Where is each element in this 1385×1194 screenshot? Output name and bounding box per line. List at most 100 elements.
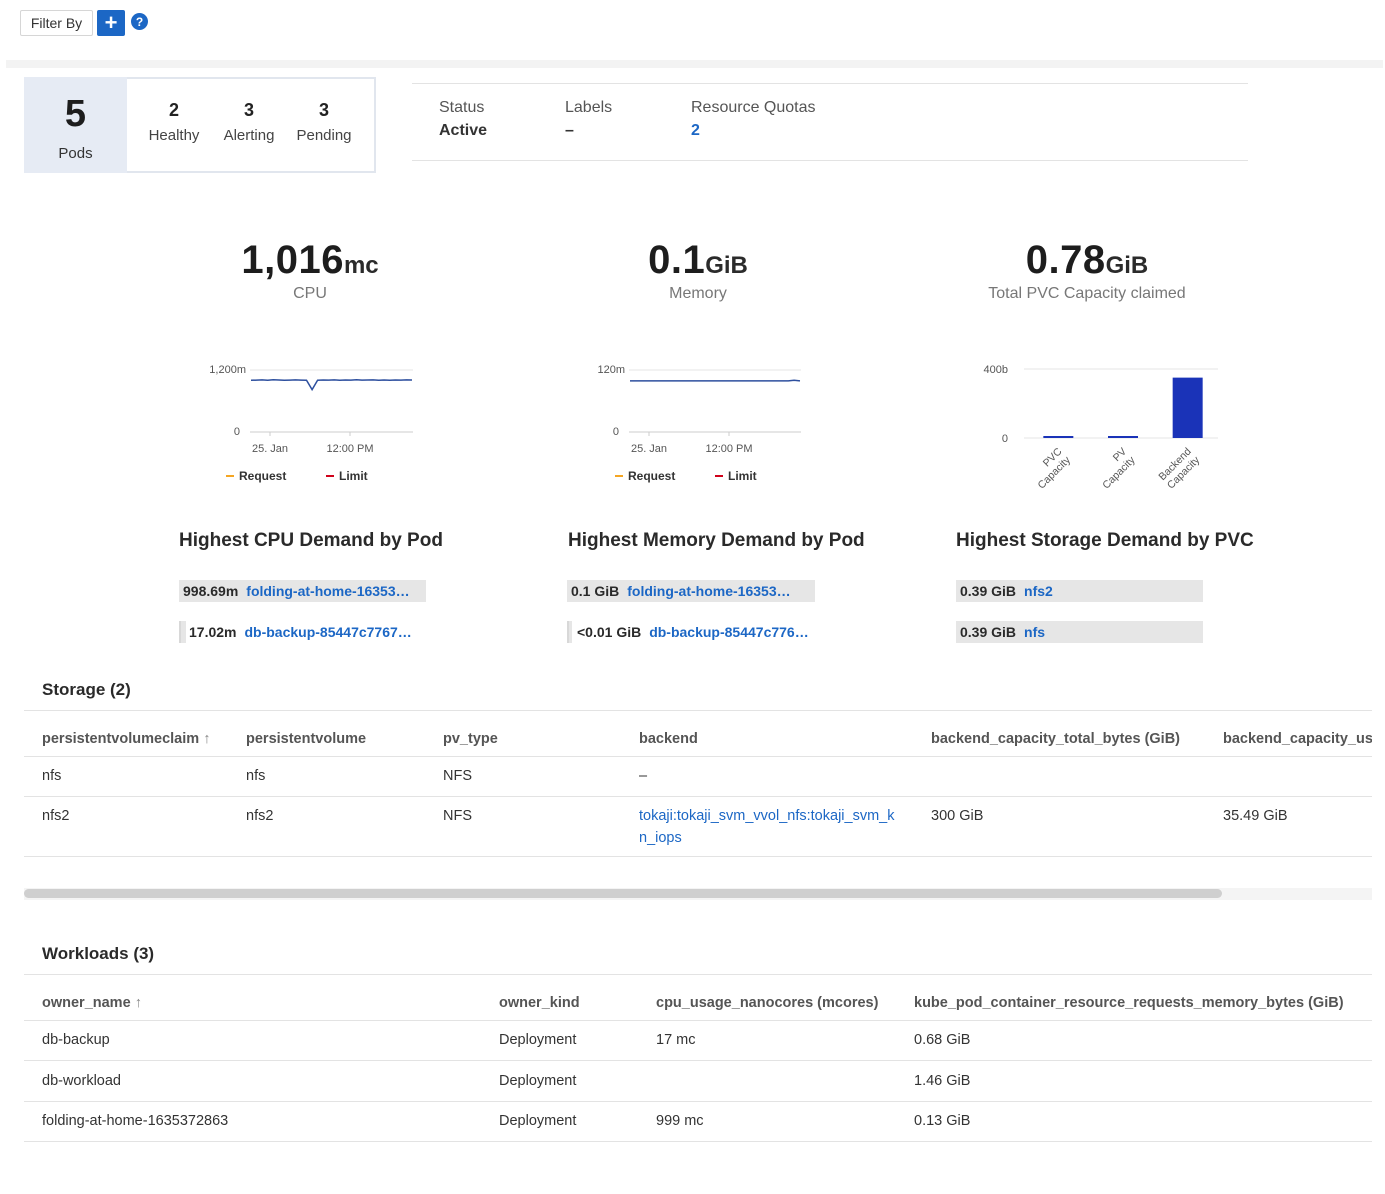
cpu-label: CPU xyxy=(293,285,327,302)
y-tick-label: 400b xyxy=(984,364,1008,376)
column-header-cpu-usage[interactable]: cpu_usage_nanocores (mcores) xyxy=(656,995,878,1011)
demand-row[interactable]: 0.39 GiB nfs2 xyxy=(956,580,1203,602)
filter-by-button[interactable]: Filter By xyxy=(20,10,93,36)
divider xyxy=(24,796,1372,797)
column-header-persistentvolume[interactable]: persistentvolume xyxy=(246,731,366,747)
help-icon[interactable]: ? xyxy=(131,13,148,30)
cell-owner-kind: Deployment xyxy=(499,1113,577,1129)
memory-kpi: 0.1GiB Memory xyxy=(548,238,848,303)
add-filter-button[interactable]: + xyxy=(97,10,125,36)
labels-value: – xyxy=(565,122,574,139)
legend-label[interactable]: Request xyxy=(628,469,675,483)
pending-count: 3 xyxy=(318,100,329,120)
alerting-count: 3 xyxy=(243,100,254,120)
pods-alerting[interactable]: 3 Alerting xyxy=(214,100,284,144)
y-tick-label: 1,200m xyxy=(209,364,246,376)
cell-pv-type: NFS xyxy=(443,808,472,824)
cell-pv-type: NFS xyxy=(443,768,472,784)
x-tick-label: 12:00 PM xyxy=(705,443,752,455)
demand-link[interactable]: nfs xyxy=(1020,624,1045,640)
divider xyxy=(24,1100,1372,1102)
status-label: Status xyxy=(439,99,485,116)
divider xyxy=(24,1141,1372,1142)
y-tick-label: 0 xyxy=(1002,433,1008,445)
x-tick-label: BackendCapacity xyxy=(1156,445,1202,491)
demand-row[interactable]: <0.01 GiB db-backup-85447c776… xyxy=(567,621,815,643)
demand-link[interactable]: db-backup-85447c7767… xyxy=(240,624,411,640)
x-tick-label: 25. Jan xyxy=(252,443,288,455)
demand-row[interactable]: 0.39 GiB nfs xyxy=(956,621,1203,643)
x-tick-label: PVCCapacity xyxy=(1027,445,1073,491)
scrollbar-thumb[interactable] xyxy=(24,889,1222,898)
column-header-persistentvolumeclaim[interactable]: persistentvolumeclaim ↑ xyxy=(42,731,210,747)
cell-cpu-usage: 999 mc xyxy=(656,1113,704,1129)
pvc-unit: GiB xyxy=(1105,252,1149,279)
column-header-memory-requests[interactable]: kube_pod_container_resource_requests_mem… xyxy=(914,995,1344,1011)
demand-value: 17.02m xyxy=(189,624,237,640)
storage-chart: 400b 0 PVCCapacity PVCapacity BackendCapacit… xyxy=(984,364,1218,491)
cell-backend: – xyxy=(639,768,648,784)
resource-quotas-field: Resource Quotas 2 xyxy=(691,99,816,140)
pods-healthy[interactable]: 2 Healthy xyxy=(139,100,209,144)
legend-label[interactable]: Request xyxy=(239,469,286,483)
bar[interactable] xyxy=(1043,436,1074,438)
cpu-unit: mc xyxy=(343,252,379,279)
namespace-info-panel xyxy=(412,83,1248,161)
bar[interactable] xyxy=(1172,377,1203,438)
storage-demand-title: Highest Storage Demand by PVC xyxy=(956,530,1254,551)
divider xyxy=(24,1020,1372,1021)
sort-ascending-icon: ↑ xyxy=(134,995,142,1011)
series-line xyxy=(630,379,801,382)
cell-pvc: nfs xyxy=(42,768,62,784)
storage-section-title: Storage (2) xyxy=(42,680,131,699)
plus-icon: + xyxy=(104,10,118,35)
column-header-owner-kind[interactable]: owner_kind xyxy=(499,995,580,1011)
cell-owner-name: db-backup xyxy=(42,1032,110,1048)
backend-link-wrap[interactable]: n_iops xyxy=(639,830,682,846)
backend-link[interactable]: tokaji:tokaji_svm_vvol_nfs:tokaji_svm_k xyxy=(639,808,894,824)
x-tick-label: 12:00 PM xyxy=(326,443,373,455)
divider xyxy=(24,974,1372,975)
demand-row[interactable]: 17.02m db-backup-85447c7767… xyxy=(179,621,426,643)
demand-link[interactable]: db-backup-85447c776… xyxy=(645,624,809,640)
memory-value: 0.1 xyxy=(648,238,706,282)
memory-chart: 120m 0 25. Jan 12:00 PM Request Limit xyxy=(597,364,801,483)
alerting-label: Alerting xyxy=(223,127,275,144)
demand-row[interactable]: 998.69m folding-at-home-16353… xyxy=(179,580,426,602)
demand-value: 0.39 GiB xyxy=(960,583,1017,599)
demand-link[interactable]: nfs2 xyxy=(1020,583,1053,599)
legend-label[interactable]: Limit xyxy=(339,469,368,483)
labels-field: Labels – xyxy=(565,99,612,140)
demand-value: 0.39 GiB xyxy=(960,624,1017,640)
demand-link[interactable]: folding-at-home-16353… xyxy=(623,583,790,599)
column-header-backend-capacity-total[interactable]: backend_capacity_total_bytes (GiB) xyxy=(931,731,1180,747)
column-header-backend[interactable]: backend xyxy=(639,731,698,747)
labels-label: Labels xyxy=(565,99,613,116)
sort-ascending-icon: ↑ xyxy=(203,731,211,747)
legend-label[interactable]: Limit xyxy=(728,469,757,483)
series-line xyxy=(250,379,413,392)
cell-memory-requests: 0.68 GiB xyxy=(914,1032,971,1048)
healthy-count: 2 xyxy=(168,100,179,120)
divider xyxy=(24,710,1372,711)
cell-pv: nfs xyxy=(246,768,266,784)
pods-pending[interactable]: 3 Pending xyxy=(289,100,359,144)
cpu-value: 1,016 xyxy=(241,238,344,282)
demand-value: 0.1 GiB xyxy=(571,583,620,599)
cell-owner-name: db-workload xyxy=(42,1072,121,1089)
divider xyxy=(6,60,1383,68)
column-header-owner-name[interactable]: owner_name ↑ xyxy=(42,995,142,1011)
column-header-backend-capacity-used[interactable]: backend_capacity_us xyxy=(1223,731,1372,747)
memory-demand-title: Highest Memory Demand by Pod xyxy=(568,530,865,551)
pods-total[interactable]: 5 Pods xyxy=(24,77,127,173)
pvc-kpi: 0.78GiB Total PVC Capacity claimed xyxy=(937,238,1237,303)
cell-owner-name: folding-at-home-1635372863 xyxy=(42,1113,229,1129)
demand-row[interactable]: 0.1 GiB folding-at-home-16353… xyxy=(567,580,815,602)
workloads-section-title: Workloads (3) xyxy=(42,944,155,963)
demand-link[interactable]: folding-at-home-16353… xyxy=(242,583,409,599)
bar[interactable] xyxy=(1108,436,1138,438)
column-header-pv-type[interactable]: pv_type xyxy=(443,731,498,747)
cell-cpu-usage: 17 mc xyxy=(656,1032,696,1048)
divider xyxy=(24,1060,1372,1061)
resource-quotas-link[interactable]: 2 xyxy=(691,122,816,140)
